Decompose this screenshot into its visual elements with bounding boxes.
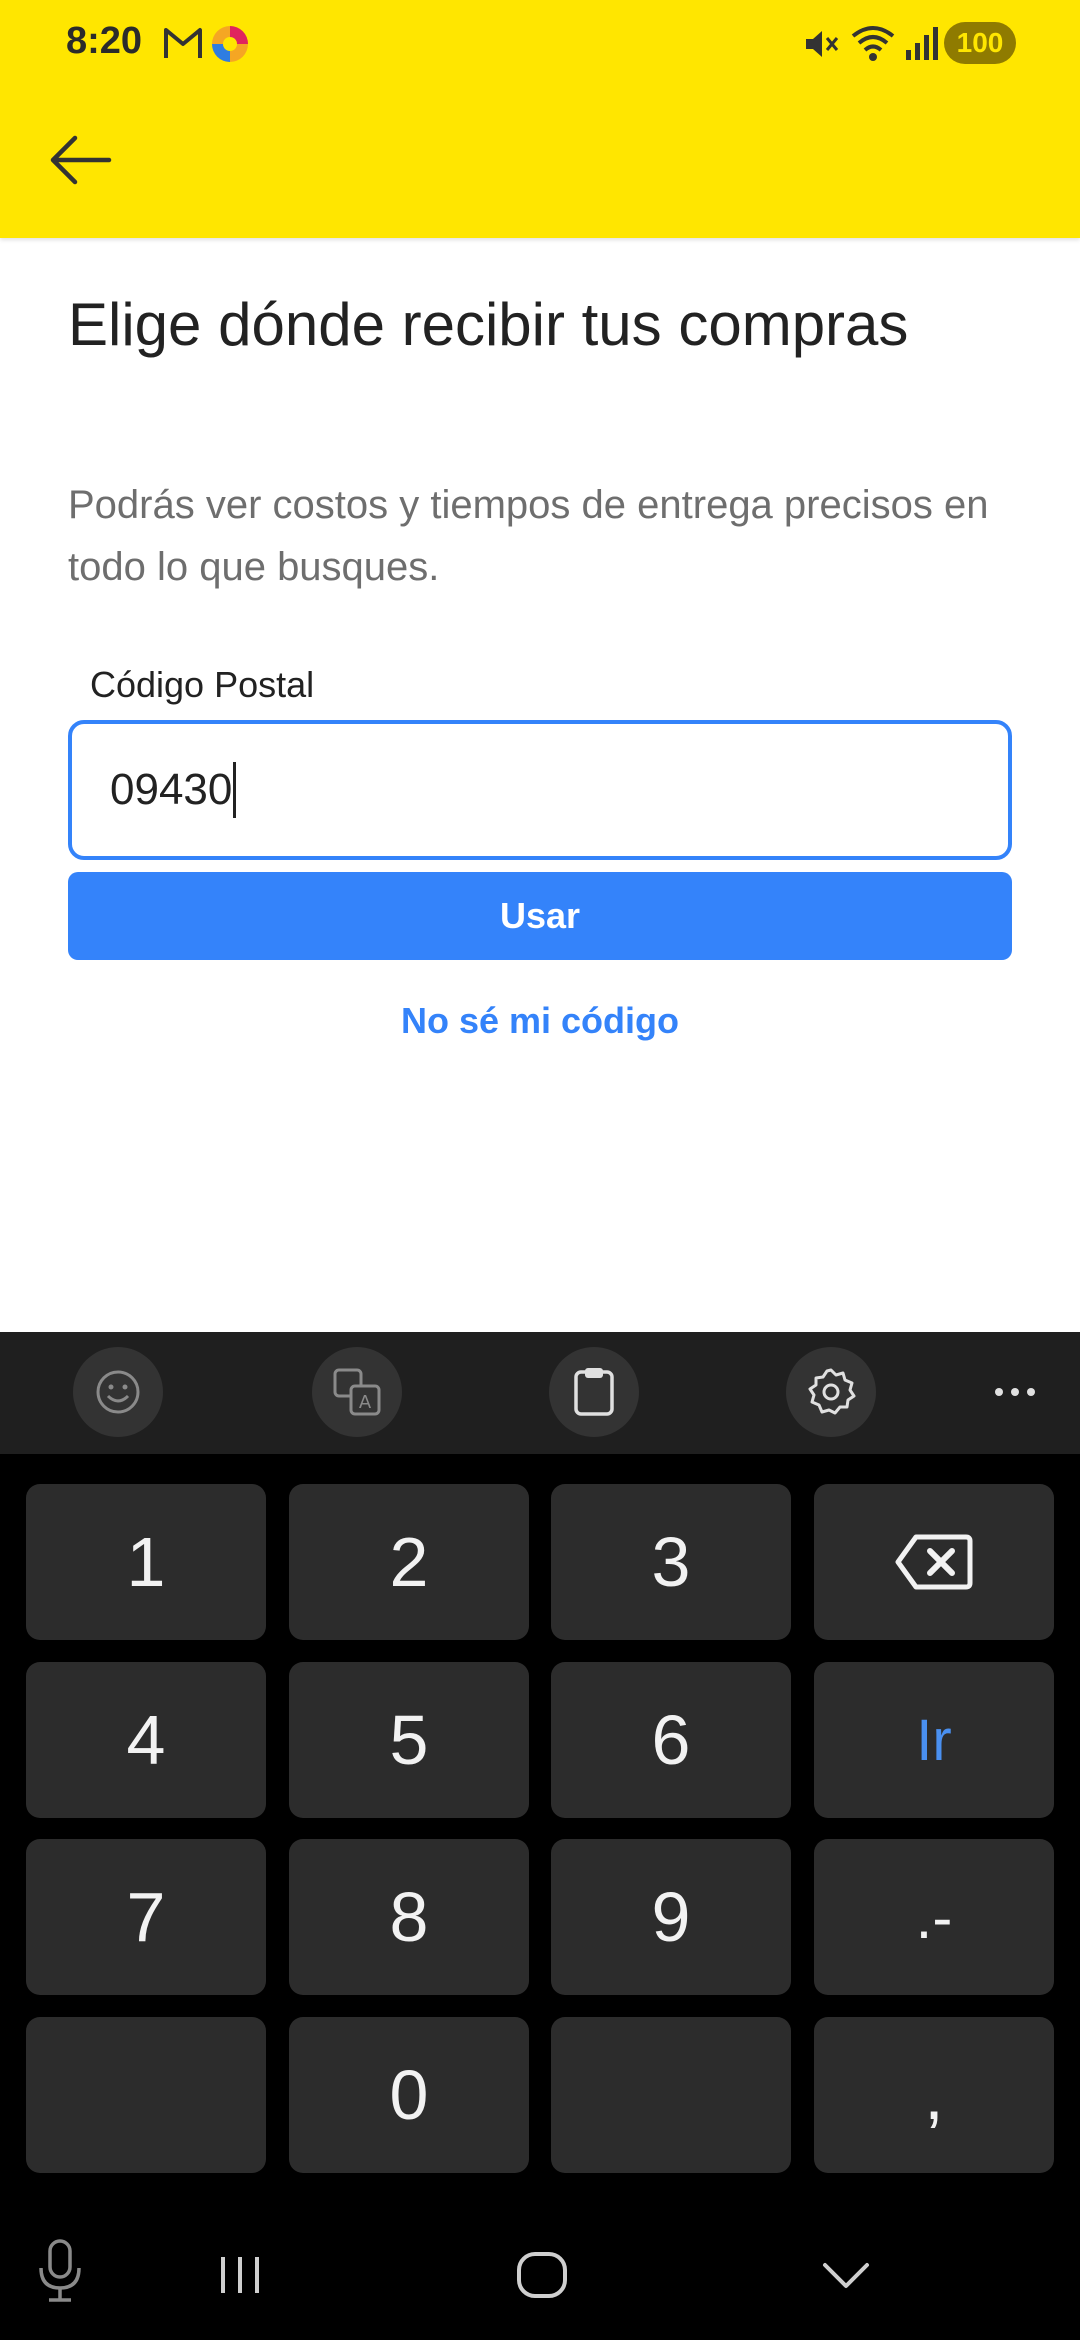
key-0[interactable]: 0 xyxy=(289,2017,529,2173)
clipboard-button[interactable] xyxy=(549,1347,639,1437)
hide-keyboard-icon xyxy=(823,2263,869,2288)
gmail-icon xyxy=(164,28,202,58)
home-button[interactable] xyxy=(502,2236,582,2314)
page-subtitle: Podrás ver costos y tiempos de entrega p… xyxy=(68,483,989,589)
mute-icon xyxy=(806,31,839,57)
comma-key[interactable]: , xyxy=(814,2017,1054,2173)
settings-button[interactable] xyxy=(786,1347,876,1437)
key-4[interactable]: 4 xyxy=(26,1662,266,1818)
postal-code-label: Código Postal xyxy=(90,664,315,705)
microphone-icon xyxy=(39,2239,81,2302)
signal-icon xyxy=(906,27,938,60)
key-7[interactable]: 7 xyxy=(26,1839,266,1995)
hide-keyboard-button[interactable] xyxy=(806,2240,886,2310)
key-3[interactable]: 3 xyxy=(551,1484,791,1640)
back-button[interactable] xyxy=(40,124,120,196)
svg-text:A: A xyxy=(359,1392,372,1413)
status-bar: 8:20 100 xyxy=(0,0,1080,88)
blank-key-right[interactable] xyxy=(551,2017,791,2173)
backspace-key[interactable] xyxy=(814,1484,1054,1640)
key-9[interactable]: 9 xyxy=(551,1839,791,1995)
key-2[interactable]: 2 xyxy=(289,1484,529,1640)
key-8[interactable]: 8 xyxy=(289,1839,529,1995)
use-button[interactable]: Usar xyxy=(68,872,1012,960)
unknown-code-link[interactable]: No sé mi código xyxy=(0,1000,1080,1042)
key-1[interactable]: 1 xyxy=(26,1484,266,1640)
go-key[interactable]: Ir xyxy=(814,1662,1054,1818)
wifi-icon xyxy=(851,26,895,61)
recent-apps-button[interactable] xyxy=(200,2240,280,2310)
page-title: Elige dónde recibir tus compras xyxy=(68,291,909,358)
clipboard-icon xyxy=(574,1368,614,1416)
key-6[interactable]: 6 xyxy=(551,1662,791,1818)
voice-input-button[interactable] xyxy=(30,2236,90,2306)
blank-key-left[interactable] xyxy=(26,2017,266,2173)
emoji-icon xyxy=(96,1370,140,1414)
dot-dash-key[interactable]: .- xyxy=(814,1839,1054,1995)
backspace-icon xyxy=(895,1534,973,1590)
more-options-button[interactable] xyxy=(990,1372,1040,1412)
more-icon xyxy=(995,1388,1035,1396)
recent-apps-icon xyxy=(221,2257,259,2293)
app-notification-icon xyxy=(212,26,248,62)
home-icon xyxy=(517,2252,567,2298)
battery-indicator: 100 xyxy=(944,22,1016,64)
postal-code-value: 09430 xyxy=(110,765,233,814)
status-time: 8:20 xyxy=(66,20,143,62)
key-5[interactable]: 5 xyxy=(289,1662,529,1818)
settings-icon xyxy=(808,1368,856,1415)
translate-icon: A xyxy=(333,1368,381,1416)
translate-button[interactable]: A xyxy=(312,1347,402,1437)
emoji-button[interactable] xyxy=(73,1347,163,1437)
text-cursor xyxy=(233,762,237,818)
postal-code-input[interactable]: 09430 xyxy=(68,720,1012,860)
arrow-left-icon xyxy=(50,135,112,185)
